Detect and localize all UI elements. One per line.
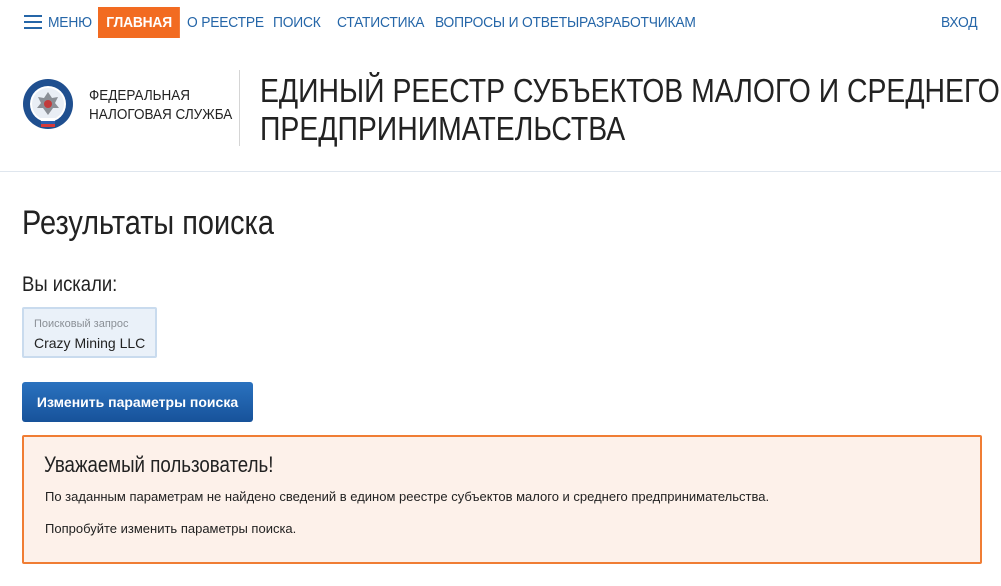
- change-search-params-button[interactable]: Изменить параметры поиска: [22, 382, 253, 422]
- fns-emblem-icon[interactable]: [22, 78, 74, 130]
- org-name-line2: НАЛОГОВАЯ СЛУЖБА: [89, 106, 233, 123]
- search-query-chip[interactable]: Поисковый запрос Crazy Mining LLC: [22, 307, 157, 358]
- nav-menu[interactable]: МЕНЮ: [48, 7, 92, 38]
- no-results-notice: Уважаемый пользователь! По заданным пара…: [22, 435, 982, 564]
- page-title: Результаты поиска: [22, 204, 274, 242]
- nav-item-statistics[interactable]: СТАТИСТИКА: [337, 7, 424, 38]
- notice-title: Уважаемый пользователь!: [44, 452, 274, 477]
- org-name-line1: ФЕДЕРАЛЬНАЯ: [89, 87, 191, 104]
- nav-item-faq[interactable]: ВОПРОСЫ И ОТВЕТЫ: [435, 7, 579, 38]
- nav-item-home[interactable]: ГЛАВНАЯ: [98, 7, 181, 38]
- nav-item-search[interactable]: ПОИСК: [273, 7, 321, 38]
- login-link[interactable]: ВХОД: [941, 7, 978, 38]
- query-value: Crazy Mining LLC: [34, 335, 146, 351]
- site-header: ФЕДЕРАЛЬНАЯ НАЛОГОВАЯ СЛУЖБА ЕДИНЫЙ РЕЕС…: [0, 46, 1001, 172]
- registry-title-line2: ПРЕДПРИНИМАТЕЛЬСТВА: [260, 110, 626, 147]
- registry-title-line1: ЕДИНЫЙ РЕЕСТР СУБЪЕКТОВ МАЛОГО И СРЕДНЕГ…: [260, 72, 1000, 109]
- fns-organization-name: ФЕДЕРАЛЬНАЯ НАЛОГОВАЯ СЛУЖБА: [89, 86, 232, 124]
- notice-message: По заданным параметрам не найдено сведен…: [45, 489, 770, 504]
- nav-item-about-registry[interactable]: О РЕЕСТРЕ: [187, 7, 264, 38]
- notice-hint: Попробуйте изменить параметры поиска.: [45, 521, 297, 536]
- header-divider: [239, 70, 240, 146]
- top-navigation: МЕНЮ ГЛАВНАЯ О РЕЕСТРЕ ПОИСК СТАТИСТИКА …: [0, 0, 1001, 46]
- menu-hamburger-icon[interactable]: [24, 15, 42, 29]
- query-caption: Поисковый запрос: [34, 318, 129, 330]
- nav-item-developers[interactable]: РАЗРАБОТЧИКАМ: [579, 7, 696, 38]
- searched-label: Вы искали:: [22, 273, 118, 296]
- registry-title: ЕДИНЫЙ РЕЕСТР СУБЪЕКТОВ МАЛОГО И СРЕДНЕГ…: [260, 72, 1000, 148]
